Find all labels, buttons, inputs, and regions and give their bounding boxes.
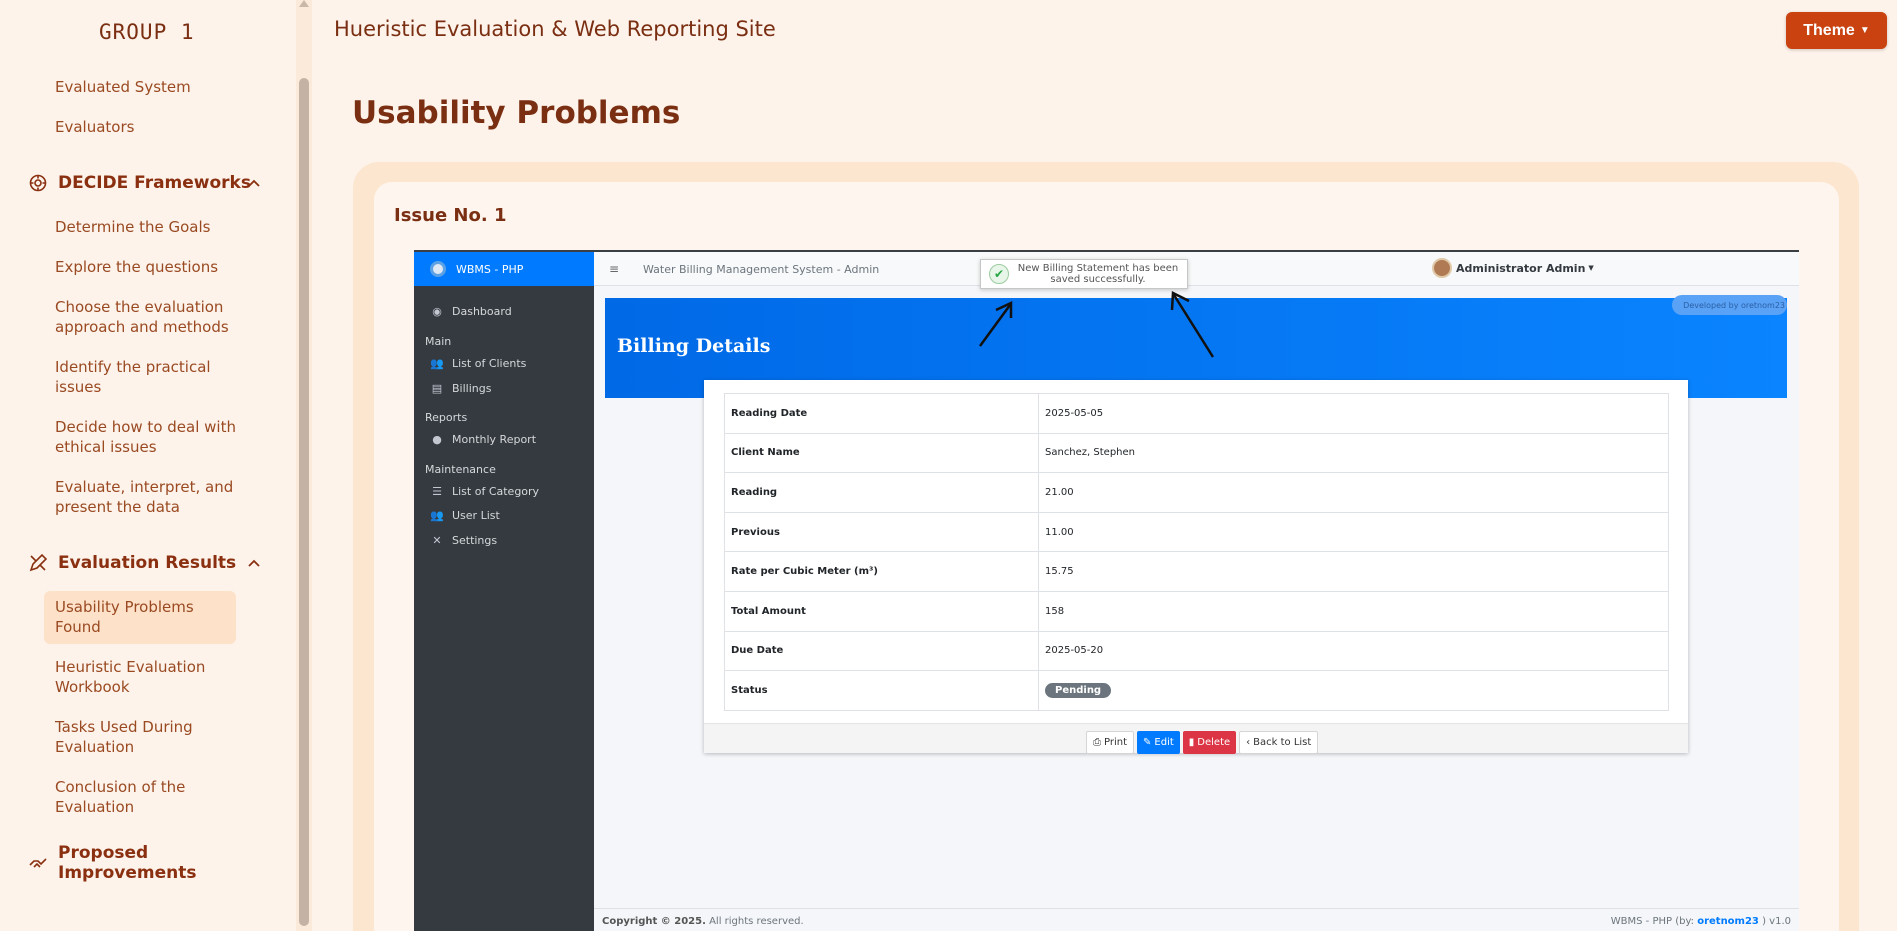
handshake-icon <box>28 853 48 873</box>
theme-button-label: Theme <box>1803 21 1855 39</box>
sidebar-item-determine-goals[interactable]: Determine the Goals <box>55 217 240 237</box>
section-decide-frameworks[interactable]: DECIDE Frameworks <box>28 170 263 196</box>
sidebar-item-explore-questions[interactable]: Explore the questions <box>55 257 240 277</box>
sidebar-item-ethical-issues[interactable]: Decide how to deal with ethical issues <box>55 417 240 457</box>
chevron-down-icon: ▼ <box>1859 25 1870 36</box>
sidebar-item-choose-approach[interactable]: Choose the evaluation approach and metho… <box>55 297 240 337</box>
chevron-up-icon[interactable] <box>245 554 263 572</box>
section-proposed-improvements[interactable]: Proposed Improvements <box>28 843 263 883</box>
theme-button[interactable]: Theme ▼ <box>1786 12 1887 49</box>
section-evaluation-results[interactable]: Evaluation Results <box>28 550 263 576</box>
sidebar-item-conclusion[interactable]: Conclusion of the Evaluation <box>55 777 240 817</box>
sidebar-item-heuristic-workbook[interactable]: Heuristic Evaluation Workbook <box>55 657 240 697</box>
sidebar-item-practical-issues[interactable]: Identify the practical issues <box>55 357 240 397</box>
annotation-arrow-left <box>978 301 1013 347</box>
sidebar: GROUP 1 Evaluated System Evaluators DECI… <box>0 0 312 931</box>
sidebar-item-usability-problems[interactable]: Usability Problems Found <box>55 597 240 637</box>
brand-title: GROUP 1 <box>99 20 195 44</box>
section-label: DECIDE Frameworks <box>58 173 251 193</box>
sidebar-item-evaluate-data[interactable]: Evaluate, interpret, and present the dat… <box>55 477 240 517</box>
page-title: Usability Problems <box>352 95 681 131</box>
gear-flower-icon <box>28 173 48 193</box>
issue-screenshot: WBMS - PHP ◉ Dashboard Main 👥 List of Clie… <box>414 250 1799 931</box>
scroll-up-arrow-icon[interactable] <box>299 0 309 7</box>
issue-title: Issue No. 1 <box>394 205 507 226</box>
site-title: Hueristic Evaluation & Web Reporting Sit… <box>334 17 776 41</box>
sidebar-item-evaluators[interactable]: Evaluators <box>55 117 240 137</box>
pencil-ruler-icon <box>28 553 48 573</box>
annotation-arrow-right <box>1170 291 1215 358</box>
scrollbar-thumb[interactable] <box>299 78 309 926</box>
section-label: Proposed Improvements <box>58 843 197 883</box>
sidebar-item-evaluated-system[interactable]: Evaluated System <box>55 77 240 97</box>
sidebar-item-tasks-used[interactable]: Tasks Used During Evaluation <box>55 717 240 757</box>
section-label: Evaluation Results <box>58 553 237 573</box>
chevron-up-icon[interactable] <box>245 174 263 192</box>
annotation-arrows <box>978 291 1215 358</box>
